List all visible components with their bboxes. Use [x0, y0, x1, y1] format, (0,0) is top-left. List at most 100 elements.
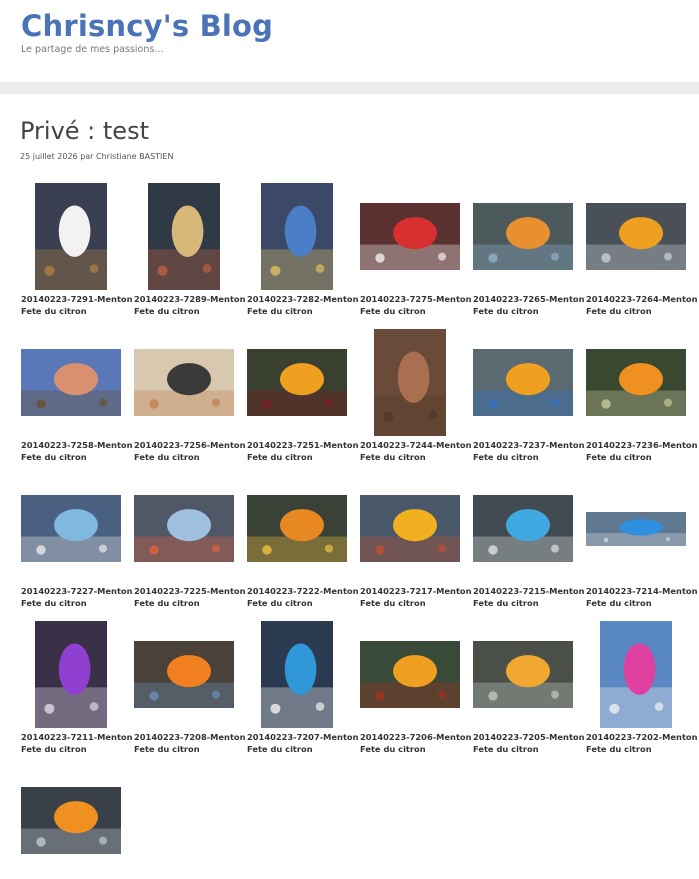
photo-thumbnail-link[interactable] [261, 183, 333, 290]
photo-caption: 20140223-7275-Menton Fete du citron [360, 294, 478, 317]
photo-image [360, 203, 460, 270]
photo-thumbnail-link[interactable] [473, 203, 573, 270]
thumbnail-frame [247, 329, 359, 441]
photo-caption-name: 20140223-7275-Menton [360, 294, 472, 304]
photo-caption-name: 20140223-7258-Menton [21, 440, 133, 450]
photo-image [473, 641, 573, 708]
thumbnail-frame [586, 475, 698, 587]
photo-image [247, 349, 347, 416]
thumbnail-frame [134, 183, 246, 295]
thumbnail-frame [21, 621, 133, 733]
thumbnail-frame [586, 621, 698, 733]
photo-caption-name: 20140223-7208-Menton [134, 732, 246, 742]
photo-caption-name: 20140223-7227-Menton [21, 586, 133, 596]
photo-caption-name: 20140223-7251-Menton [247, 440, 359, 450]
photo-caption-subtitle: Fete du citron [360, 305, 426, 316]
photo-caption-name: 20140223-7214-Menton [586, 586, 698, 596]
photo-thumbnail-link[interactable] [247, 495, 347, 562]
photo-image [586, 203, 686, 270]
photo-caption-name: 20140223-7202-Menton [586, 732, 698, 742]
photo-thumbnail-link[interactable] [586, 349, 686, 416]
photo-caption: 20140223-7205-Menton Fete du citron [473, 732, 591, 755]
photo-caption: 20140223-7244-Menton Fete du citron [360, 440, 478, 463]
photo-caption-name: 20140223-7205-Menton [473, 732, 585, 742]
thumbnail-frame [473, 183, 585, 295]
thumbnail-frame [360, 183, 472, 295]
photo-thumbnail-link[interactable] [247, 349, 347, 416]
photo-image [473, 495, 573, 562]
photo-caption-subtitle: Fete du citron [247, 305, 313, 316]
thumbnail-frame [473, 475, 585, 587]
photo-image [473, 349, 573, 416]
photo-caption-subtitle: Fete du citron [134, 305, 200, 316]
photo-thumbnail-link[interactable] [473, 641, 573, 708]
photo-thumbnail-link[interactable] [586, 511, 686, 546]
photo-caption: 20140223-7251-Menton Fete du citron [247, 440, 365, 463]
photo-caption-name: 20140223-7237-Menton [473, 440, 585, 450]
photo-caption: 20140223-7214-Menton Fete du citron [586, 586, 699, 609]
photo-thumbnail-link[interactable] [360, 641, 460, 708]
photo-caption: 20140223-7264-Menton Fete du citron [586, 294, 699, 317]
photo-caption: 20140223-7225-Menton Fete du citron [134, 586, 252, 609]
photo-caption-subtitle: Fete du citron [473, 743, 539, 754]
photo-caption: 20140223-7289-Menton Fete du citron [134, 294, 252, 317]
photo-image [35, 183, 107, 290]
photo-caption-subtitle: Fete du citron [360, 597, 426, 608]
photo-caption: 20140223-7265-Menton Fete du citron [473, 294, 591, 317]
thumbnail-frame [134, 475, 246, 587]
photo-caption-name: 20140223-7206-Menton [360, 732, 472, 742]
photo-thumbnail-link[interactable] [134, 641, 234, 708]
photo-image [360, 495, 460, 562]
photo-image [134, 641, 234, 708]
photo-thumbnail-link[interactable] [374, 329, 446, 436]
photo-image [374, 329, 446, 436]
photo-caption-name: 20140223-7215-Menton [473, 586, 585, 596]
photo-thumbnail-link[interactable] [35, 183, 107, 290]
photo-caption-name: 20140223-7244-Menton [360, 440, 472, 450]
photo-thumbnail-link[interactable] [360, 495, 460, 562]
photo-caption-subtitle: Fete du citron [21, 305, 87, 316]
photo-thumbnail-link[interactable] [586, 203, 686, 270]
photo-caption-subtitle: Fete du citron [360, 743, 426, 754]
photo-caption: 20140223-7202-Menton Fete du citron [586, 732, 699, 755]
photo-image [134, 349, 234, 416]
photo-thumbnail-link[interactable] [360, 203, 460, 270]
photo-image [35, 621, 107, 728]
photo-thumbnail-link[interactable] [134, 349, 234, 416]
photo-caption-name: 20140223-7225-Menton [134, 586, 246, 596]
photo-caption-subtitle: Fete du citron [21, 743, 87, 754]
photo-caption: 20140223-7206-Menton Fete du citron [360, 732, 478, 755]
thumbnail-frame [247, 475, 359, 587]
photo-thumbnail-link[interactable] [35, 621, 107, 728]
photo-caption: 20140223-7291-Menton Fete du citron [21, 294, 139, 317]
photo-image [21, 495, 121, 562]
photo-image [586, 511, 686, 546]
photo-caption-name: 20140223-7282-Menton [247, 294, 359, 304]
thumbnail-frame [586, 329, 698, 441]
thumbnail-frame [360, 329, 472, 441]
photo-image [600, 621, 672, 728]
photo-caption-subtitle: Fete du citron [21, 597, 87, 608]
photo-caption-subtitle: Fete du citron [586, 305, 652, 316]
photo-thumbnail-link[interactable] [600, 621, 672, 728]
thumbnail-frame [473, 329, 585, 441]
photo-caption: 20140223-7236-Menton Fete du citron [586, 440, 699, 463]
photo-thumbnail-link[interactable] [261, 621, 333, 728]
photo-caption-subtitle: Fete du citron [473, 305, 539, 316]
photo-caption-subtitle: Fete du citron [586, 743, 652, 754]
thumbnail-frame [586, 183, 698, 295]
photo-thumbnail-link[interactable] [21, 349, 121, 416]
photo-thumbnail-link[interactable] [21, 495, 121, 562]
photo-thumbnail-link[interactable] [473, 349, 573, 416]
photo-caption-subtitle: Fete du citron [247, 743, 313, 754]
thumbnail-frame [247, 183, 359, 295]
photo-thumbnail-link[interactable] [148, 183, 220, 290]
thumbnail-frame [21, 183, 133, 295]
thumbnail-frame [473, 621, 585, 733]
photo-caption-subtitle: Fete du citron [473, 597, 539, 608]
photo-image [21, 787, 121, 854]
photo-caption-name: 20140223-7207-Menton [247, 732, 359, 742]
photo-thumbnail-link[interactable] [473, 495, 573, 562]
photo-thumbnail-link[interactable] [134, 495, 234, 562]
photo-thumbnail-link[interactable] [21, 787, 121, 854]
